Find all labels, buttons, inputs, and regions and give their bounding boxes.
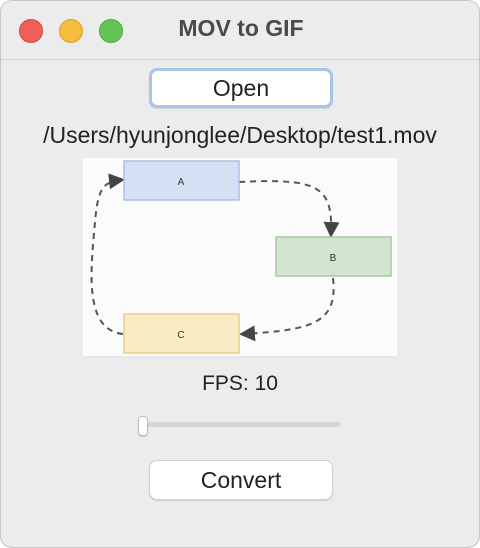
file-path-label: /Users/hyunjonglee/Desktop/test1.mov — [43, 122, 437, 148]
node-a-label: A — [178, 177, 185, 188]
edge-b-to-c — [239, 277, 335, 342]
title-bar: MOV to GIF — [1, 1, 479, 60]
video-preview: A B C — [83, 158, 397, 358]
fps-slider-knob[interactable] — [138, 416, 148, 436]
window-title: MOV to GIF — [178, 15, 304, 41]
edge-a-to-b — [238, 180, 340, 238]
convert-button[interactable]: Convert — [149, 460, 333, 500]
fps-slider-track[interactable] — [143, 422, 341, 427]
node-c-label: C — [177, 330, 184, 341]
fps-label: FPS: 10 — [202, 372, 278, 395]
preview-diagram: A B C — [90, 160, 392, 354]
app-window: MOV to GIF Open /Users/hyunjonglee/Deskt… — [0, 0, 480, 548]
node-b-label: B — [330, 253, 337, 264]
node-a: A — [123, 160, 240, 201]
node-b: B — [275, 236, 392, 277]
node-c: C — [123, 313, 240, 354]
edge-c-to-a — [90, 173, 125, 335]
open-button[interactable]: Open — [149, 68, 333, 108]
